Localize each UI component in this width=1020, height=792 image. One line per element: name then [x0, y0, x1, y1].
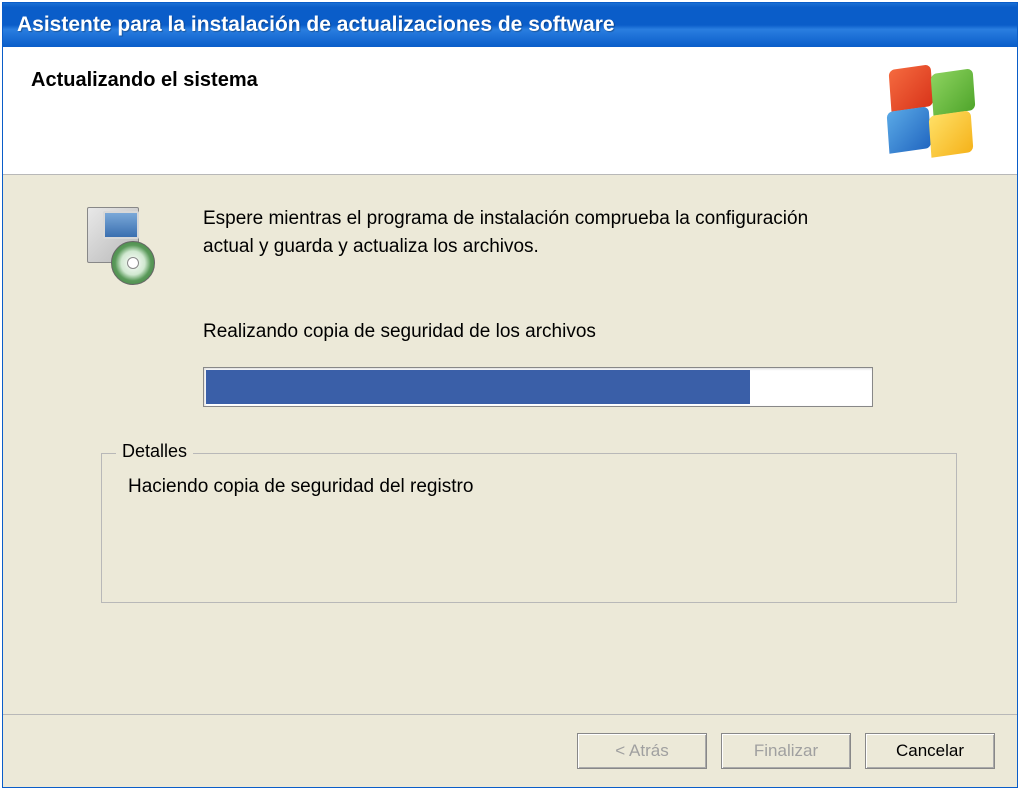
page-title: Actualizando el sistema [31, 69, 258, 92]
button-bar: < Atrás Finalizar Cancelar [3, 714, 1017, 787]
finish-button[interactable]: Finalizar [721, 733, 851, 769]
progress-bar [203, 367, 873, 407]
progress-bar-fill [206, 370, 750, 404]
content-area: Espere mientras el programa de instalaci… [3, 175, 1017, 714]
progress-label: Realizando copia de seguridad de los arc… [203, 321, 957, 343]
details-legend: Detalles [116, 441, 193, 462]
windows-logo-icon [884, 65, 979, 160]
progress-section: Realizando copia de seguridad de los arc… [203, 321, 957, 407]
wizard-window: Asistente para la instalación de actuali… [2, 2, 1018, 788]
window-title: Asistente para la instalación de actuali… [17, 13, 615, 37]
header-panel: Actualizando el sistema [3, 47, 1017, 175]
details-group: Detalles Haciendo copia de seguridad del… [101, 453, 957, 603]
titlebar: Asistente para la instalación de actuali… [3, 3, 1017, 47]
installer-icon [83, 201, 163, 281]
instruction-row: Espere mientras el programa de instalaci… [83, 205, 957, 281]
details-text: Haciendo copia de seguridad del registro [128, 476, 930, 498]
instruction-text: Espere mientras el programa de instalaci… [203, 205, 863, 260]
cancel-button[interactable]: Cancelar [865, 733, 995, 769]
back-button[interactable]: < Atrás [577, 733, 707, 769]
